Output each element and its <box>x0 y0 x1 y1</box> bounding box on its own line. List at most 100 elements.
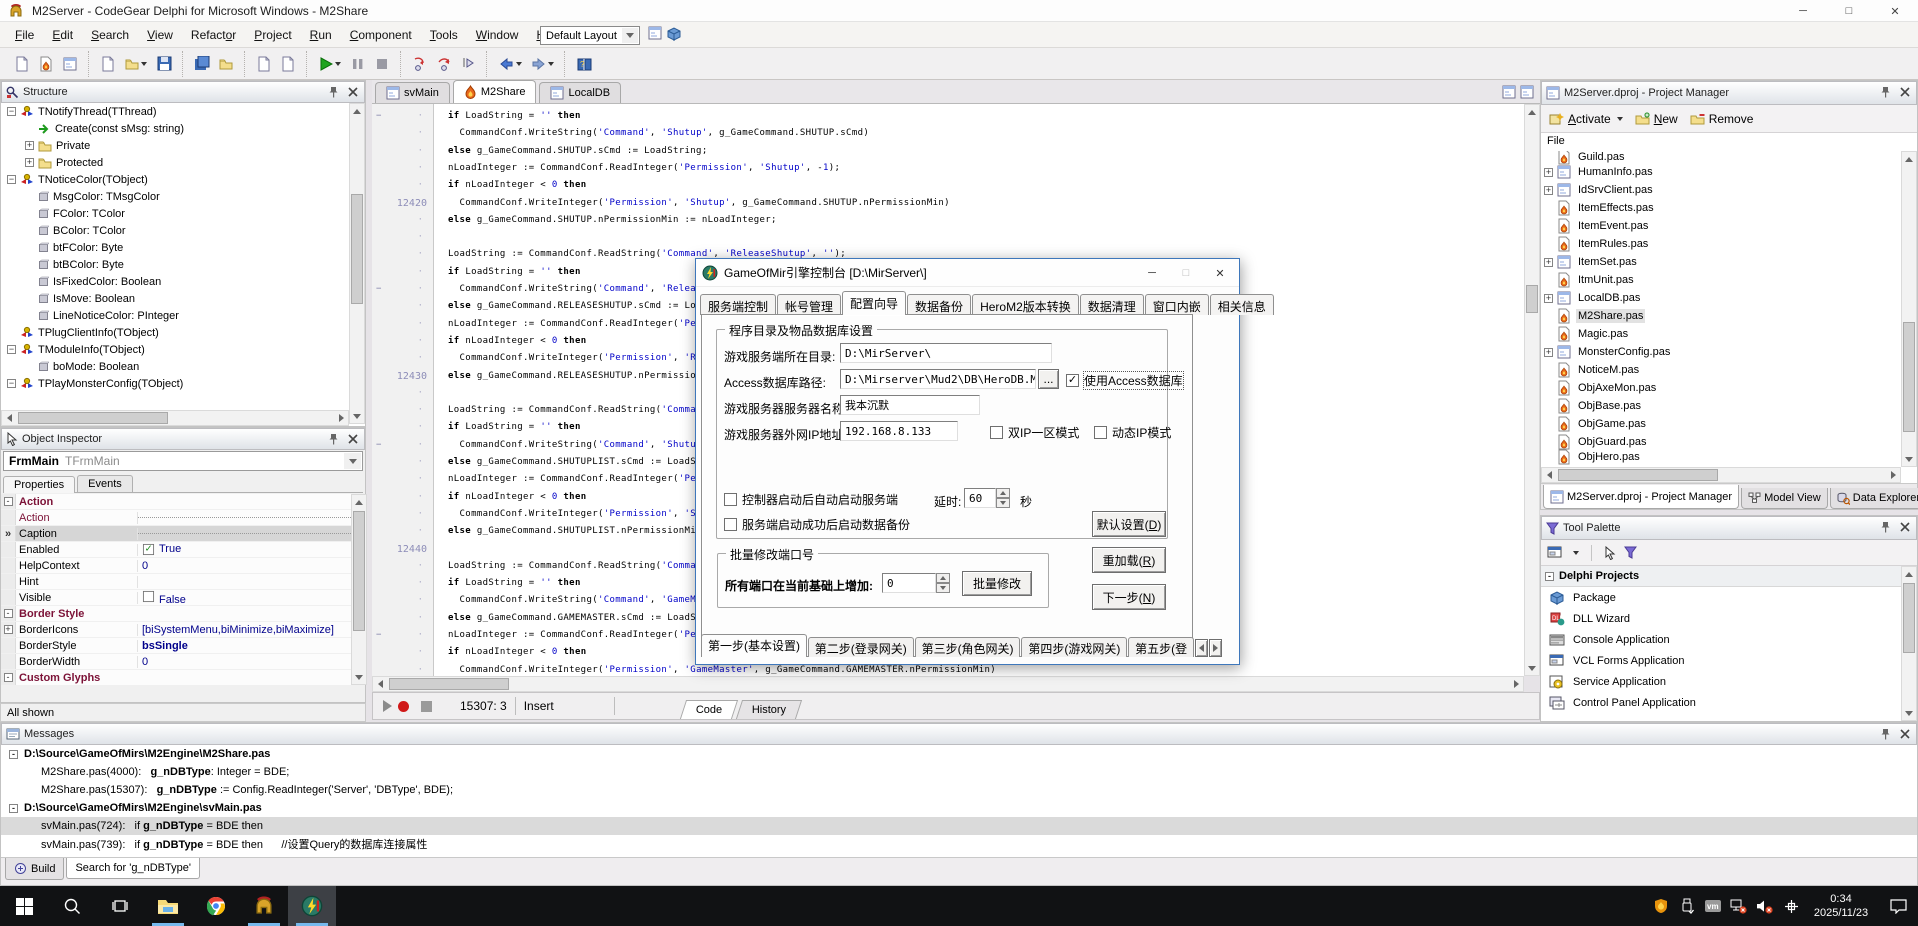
structure-node[interactable]: BColor: TColor <box>1 222 349 239</box>
trace-into-icon[interactable] <box>409 53 431 75</box>
remove-button[interactable]: Remove <box>1686 110 1758 128</box>
panel-tab-data[interactable]: Data Explorer <box>1830 488 1918 509</box>
project-file-item[interactable]: +ItemSet.pas <box>1541 253 1901 271</box>
message-group[interactable]: -D:\Source\GameOfMirs\M2Engine\svMain.pa… <box>1 799 1917 817</box>
run-to-cursor-icon[interactable] <box>457 53 479 75</box>
menu-item-project[interactable]: Project <box>245 24 300 46</box>
expand-toggle-icon[interactable]: − <box>7 379 16 388</box>
wizard-step-tab[interactable]: 第三步(角色网关) <box>915 637 1021 657</box>
project-file-item[interactable]: NoticeM.pas <box>1541 361 1901 379</box>
project-file-item[interactable]: +LocalDB.pas <box>1541 289 1901 307</box>
file-tab-m2share[interactable]: M2Share <box>453 80 537 103</box>
autostart-server-checkbox[interactable]: 控制器启动后自动启动服务端 <box>724 491 898 508</box>
pin-icon[interactable] <box>326 432 340 446</box>
project-file-item[interactable]: Guild.pas <box>1541 151 1901 163</box>
server-dir-input[interactable]: D:\MirServer\ <box>840 343 1052 363</box>
expand-icon[interactable]: + <box>1544 186 1553 195</box>
pause-icon[interactable] <box>347 53 369 75</box>
message-item[interactable]: svMain.pas(724): if g_nDBType = BDE then <box>1 817 1917 835</box>
task-view-taskbar-button[interactable] <box>96 886 144 926</box>
expand-icon[interactable]: + <box>1544 258 1553 267</box>
palette-item-cpanel[interactable]: Control Panel Application <box>1541 692 1901 713</box>
wizard-step-tab[interactable]: 第二步(登录网关) <box>808 637 914 657</box>
back-dd-icon[interactable] <box>495 53 525 75</box>
gameofmir-taskbar-button[interactable] <box>288 886 336 926</box>
close-button[interactable]: ✕ <box>1872 0 1918 22</box>
menu-item-window[interactable]: Window <box>467 24 528 46</box>
step-over-icon[interactable] <box>433 53 455 75</box>
property-row-caption[interactable]: »Caption <box>1 526 351 542</box>
message-item[interactable]: svMain.pas(739): if g_nDBType = BDE then… <box>1 835 1917 853</box>
project-file-item[interactable]: ItemRules.pas <box>1541 235 1901 253</box>
save-layout-icon[interactable] <box>648 26 662 41</box>
dialog-minimize-button[interactable]: ─ <box>1135 260 1169 286</box>
file-tab-localdb[interactable]: LocalDB <box>539 82 621 103</box>
reload-button[interactable]: 重加载(R) <box>1092 547 1166 573</box>
menu-item-search[interactable]: Search <box>82 24 138 46</box>
action-center-icon[interactable] <box>1878 886 1918 926</box>
browse-button[interactable]: ... <box>1038 369 1059 389</box>
pin-icon[interactable] <box>1878 520 1892 534</box>
dialog-tab[interactable]: 数据清理 <box>1080 294 1144 315</box>
project-file-item[interactable]: Magic.pas <box>1541 325 1901 343</box>
property-row-borderwidth[interactable]: BorderWidth0 <box>1 654 351 670</box>
view-form-icon[interactable] <box>59 53 81 75</box>
combo-dropdown-icon[interactable] <box>344 453 361 469</box>
structure-node[interactable]: btFColor: Byte <box>1 239 349 256</box>
messages-tab-search[interactable]: Search for 'g_nDBType' <box>66 858 199 879</box>
property-row-bordericons[interactable]: +BorderIcons[biSystemMenu,biMinimize,biM… <box>1 622 351 638</box>
next-step-button[interactable]: 下一步(N) <box>1092 584 1166 610</box>
taskbar-clock[interactable]: 0:34 2025/11/23 <box>1804 892 1878 920</box>
value-checkbox[interactable]: ✓ <box>143 544 154 555</box>
structure-node[interactable]: boMode: Boolean <box>1 358 349 375</box>
collapse-icon[interactable]: - <box>9 750 18 759</box>
project-file-item[interactable]: ItmUnit.pas <box>1541 271 1901 289</box>
project-file-item[interactable]: ObjHero.pas <box>1541 451 1901 463</box>
steps-scroll-left[interactable] <box>1195 639 1208 657</box>
structure-node[interactable]: btBColor: Byte <box>1 256 349 273</box>
expand-icon[interactable]: + <box>1544 348 1553 357</box>
panel-tab-pm[interactable]: M2Server.dproj - Project Manager <box>1543 485 1739 509</box>
menu-item-view[interactable]: View <box>138 24 182 46</box>
property-group-custom-glyphs[interactable]: -Custom Glyphs <box>1 670 351 685</box>
maximize-button[interactable]: □ <box>1826 0 1872 22</box>
new-button[interactable]: New <box>1631 110 1682 128</box>
filter-icon[interactable] <box>1624 546 1637 559</box>
menu-item-refactor[interactable]: Refactor <box>182 24 245 46</box>
network-disconnected-icon[interactable] <box>1726 886 1752 926</box>
volume-muted-icon[interactable] <box>1752 886 1778 926</box>
server-ip-input[interactable]: 192.168.8.133 <box>840 421 958 441</box>
property-row-helpcontext[interactable]: HelpContext0 <box>1 558 351 574</box>
menu-item-file[interactable]: File <box>6 24 43 46</box>
panel-tab-model[interactable]: Model View <box>1741 488 1828 509</box>
chrome-taskbar-button[interactable] <box>192 886 240 926</box>
project-file-item[interactable]: M2Share.pas <box>1541 307 1901 325</box>
dialog-tab[interactable]: 数据备份 <box>907 294 971 315</box>
vmware-icon[interactable]: vm <box>1700 886 1726 926</box>
steps-scroll-right[interactable] <box>1209 639 1222 657</box>
property-value[interactable]: 0 <box>138 656 351 668</box>
fold-marker-icon[interactable]: − <box>376 284 381 294</box>
palette-item-console[interactable]: Console Application <box>1541 629 1901 650</box>
dual-ip-checkbox[interactable]: 双IP一区模式 <box>990 424 1079 441</box>
property-value[interactable]: [biSystemMenu,biMinimize,biMaximize] <box>138 624 351 636</box>
structure-node[interactable]: +Private <box>1 137 349 154</box>
delete-layout-icon[interactable] <box>666 26 682 41</box>
structure-node[interactable]: −TNoticeColor(TObject) <box>1 171 349 188</box>
message-group[interactable]: -D:\Source\GameOfMirs\M2Engine\M2Share.p… <box>1 745 1917 763</box>
forward-dd-icon[interactable] <box>527 53 557 75</box>
structure-node[interactable]: −TModuleInfo(TObject) <box>1 341 349 358</box>
batch-modify-button[interactable]: 批量修改 <box>962 571 1032 596</box>
playback-icon[interactable] <box>383 700 392 712</box>
tab-properties[interactable]: Properties <box>3 476 75 493</box>
structure-node[interactable]: TPlugClientInfo(TObject) <box>1 324 349 341</box>
close-icon[interactable] <box>346 432 360 446</box>
structure-node[interactable]: IsFixedColor: Boolean <box>1 273 349 290</box>
cursor-tool-icon[interactable] <box>1604 546 1616 560</box>
inspector-vscrollbar[interactable] <box>351 494 367 685</box>
search-taskbar-button[interactable] <box>48 886 96 926</box>
file-tab-svmain[interactable]: svMain <box>375 82 450 103</box>
structure-node[interactable]: −TPlayMonsterConfig(TObject) <box>1 375 349 392</box>
security-shield-icon[interactable] <box>1648 886 1674 926</box>
palette-item-package[interactable]: Package <box>1541 587 1901 608</box>
